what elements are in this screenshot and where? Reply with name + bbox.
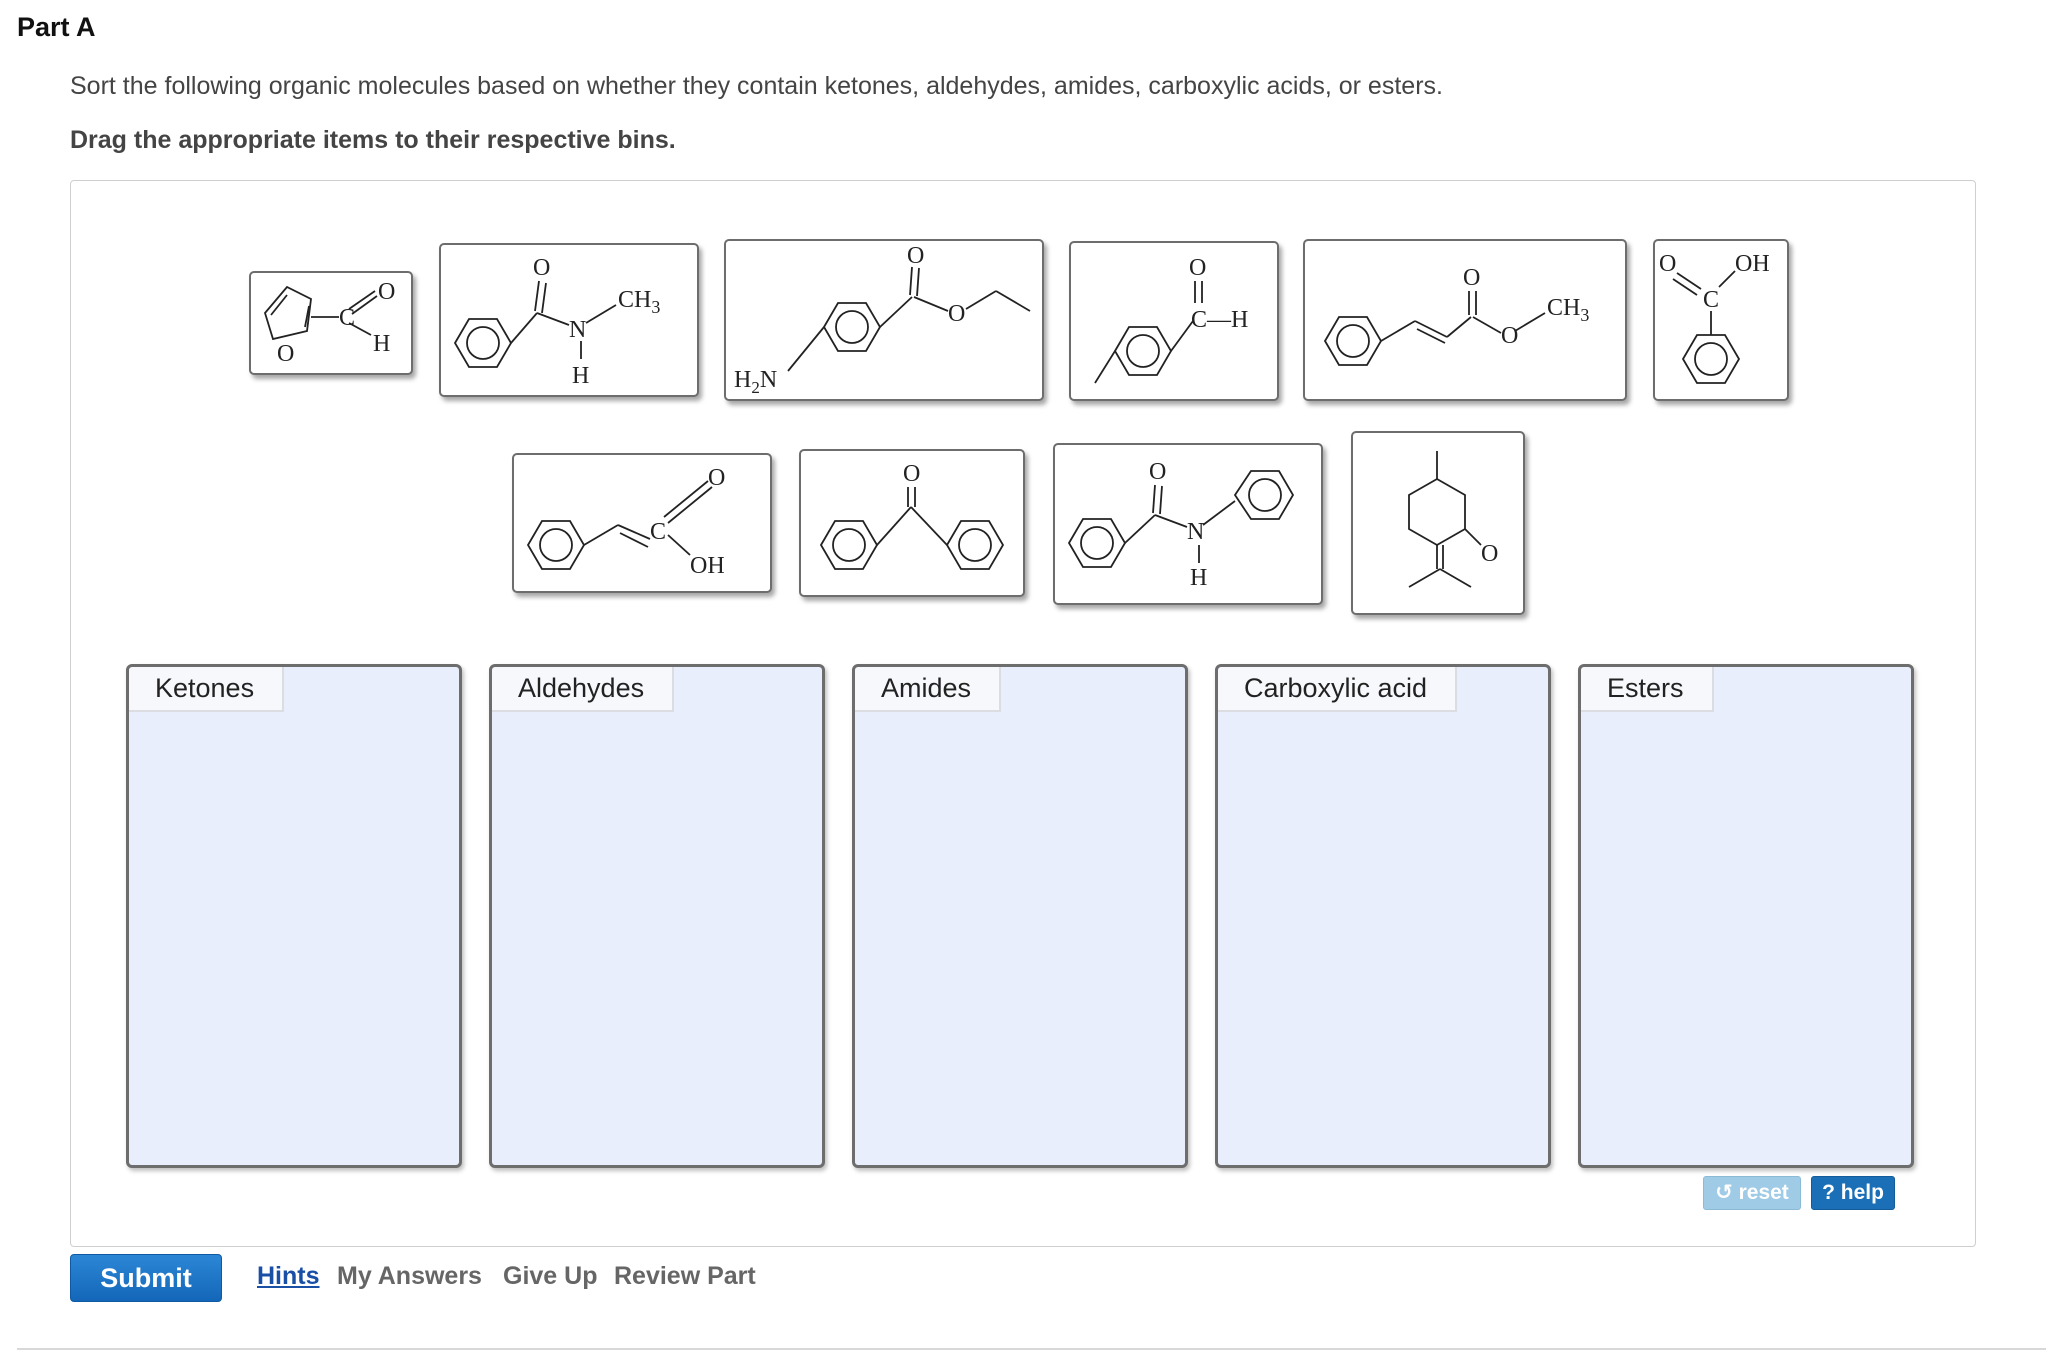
drag-instruction: Drag the appropriate items to their resp… <box>70 126 676 154</box>
bin-label-esters: Esters <box>1581 667 1714 712</box>
group-h2n: H2N <box>734 367 777 397</box>
bin-label-amides: Amides <box>855 667 1002 712</box>
bin-carboxylic-acid[interactable]: Carboxylic acid <box>1215 664 1551 1168</box>
atom-o: O <box>533 255 550 281</box>
molecule-n-phenylbenzamide[interactable]: O N H <box>1053 443 1323 605</box>
atom-o: O <box>903 461 920 487</box>
atom-oh: OH <box>690 553 725 579</box>
bin-ketones[interactable]: Ketones <box>126 664 462 1168</box>
molecule-pulegone[interactable]: O <box>1351 431 1525 615</box>
bin-amides[interactable]: Amides <box>852 664 1188 1168</box>
bin-label-aldehydes: Aldehydes <box>492 667 675 712</box>
molecule-methyl-cinnamate[interactable]: O O CH3 <box>1303 239 1627 401</box>
bin-label-carboxylic-acid: Carboxylic acid <box>1218 667 1458 712</box>
atom-h: H <box>373 331 390 357</box>
instructions-text: Sort the following organic molecules bas… <box>70 72 1443 100</box>
atom-c: C <box>339 305 355 331</box>
atom-h: H <box>1190 565 1207 591</box>
group-ch3: CH3 <box>1547 295 1589 325</box>
atom-o: O <box>277 341 294 367</box>
part-title: Part A <box>17 12 96 42</box>
group-aldehyde: C—H <box>1191 307 1248 333</box>
hints-link[interactable]: Hints <box>257 1262 320 1291</box>
reset-button[interactable]: ↺ reset <box>1703 1176 1801 1210</box>
molecule-cinnamic-acid[interactable]: C O OH <box>512 453 772 593</box>
molecule-benzophenone[interactable]: O <box>799 449 1025 597</box>
bin-esters[interactable]: Esters <box>1578 664 1914 1168</box>
drag-drop-workspace: O C O H O N H CH3 O O H2N O C—H O O CH3 … <box>70 180 1976 1247</box>
molecule-ethyl-aminobenzoate[interactable]: O O H2N <box>724 239 1044 401</box>
atom-n: N <box>1187 519 1204 545</box>
atom-o: O <box>1189 255 1206 281</box>
atom-o: O <box>1463 265 1480 291</box>
molecule-benzoic-acid[interactable]: O C OH <box>1653 239 1789 401</box>
atom-o: O <box>907 243 924 269</box>
page-divider <box>17 1348 2046 1350</box>
atom-n: N <box>569 317 586 343</box>
atom-o: O <box>948 301 965 327</box>
molecule-furfural[interactable]: O C O H <box>249 271 413 375</box>
atom-h: H <box>572 363 589 389</box>
bin-label-ketones: Ketones <box>129 667 285 712</box>
atom-o: O <box>378 279 395 305</box>
atom-o: O <box>708 465 725 491</box>
atom-o: O <box>1149 459 1166 485</box>
help-button[interactable]: ? help <box>1811 1176 1895 1210</box>
review-part-link[interactable]: Review Part <box>614 1262 756 1291</box>
atom-oh: OH <box>1735 251 1770 277</box>
bin-aldehydes[interactable]: Aldehydes <box>489 664 825 1168</box>
my-answers-link[interactable]: My Answers <box>337 1262 482 1291</box>
give-up-link[interactable]: Give Up <box>503 1262 597 1291</box>
molecule-n-methylbenzamide[interactable]: O N H CH3 <box>439 243 699 397</box>
molecule-methylbenzaldehyde[interactable]: O C—H <box>1069 241 1279 401</box>
atom-c: C <box>1703 287 1719 313</box>
atom-o: O <box>1501 323 1518 349</box>
atom-o: O <box>1481 541 1498 567</box>
submit-button[interactable]: Submit <box>70 1254 222 1302</box>
group-ch3: CH3 <box>618 287 660 317</box>
atom-o: O <box>1659 251 1676 277</box>
atom-c: C <box>650 519 666 545</box>
